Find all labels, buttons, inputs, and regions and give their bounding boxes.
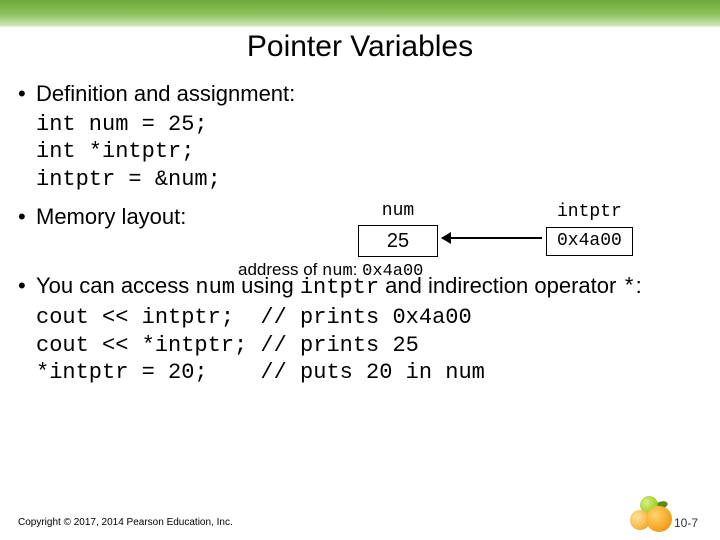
caption-mid: :: [353, 260, 362, 279]
caption-val: 0x4a00: [362, 262, 423, 281]
slide-title: Pointer Variables: [0, 30, 720, 64]
code-indirection: cout << intptr; // prints 0x4a00 cout <<…: [36, 304, 702, 387]
caption-pre: address of: [238, 260, 322, 279]
bullet2-text: Memory layout:: [36, 204, 186, 229]
copyright-footer: Copyright © 2017, 2014 Pearson Education…: [18, 517, 233, 528]
pointer-arrow: [442, 237, 542, 239]
b3-var1: num: [195, 275, 235, 300]
bullet-definition: • Definition and assignment:: [18, 80, 702, 109]
bullet-dot: •: [18, 80, 36, 109]
memory-ptr-label: intptr: [557, 201, 622, 224]
slide-number: 10-7: [674, 516, 698, 530]
header-gradient: [0, 0, 720, 28]
memory-ptr-box: 0x4a00: [546, 227, 633, 256]
caption-var: num: [322, 262, 353, 281]
memory-num-column: num 25: [358, 200, 438, 257]
code-definition: int num = 25; int *intptr; intptr = &num…: [36, 111, 702, 194]
memory-num-box: 25: [358, 225, 438, 257]
memory-ptr-column: intptr 0x4a00: [546, 201, 633, 256]
decorative-fruit-icon: [612, 492, 672, 532]
bullet-dot: •: [18, 272, 36, 303]
memory-diagram: num 25 intptr 0x4a00 address of num: 0x4…: [358, 200, 718, 283]
memory-address-caption: address of num: 0x4a00: [238, 259, 718, 283]
bullet-dot: •: [18, 203, 36, 232]
bullet1-text: Definition and assignment:: [36, 81, 295, 106]
memory-num-label: num: [382, 200, 414, 223]
b3-pre: You can access: [36, 273, 195, 298]
slide-content: • Definition and assignment: int num = 2…: [18, 80, 702, 387]
